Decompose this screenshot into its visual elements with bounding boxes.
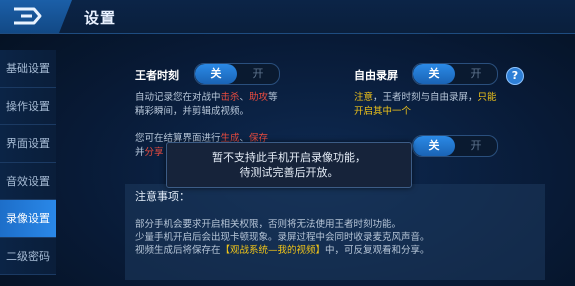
free-record-toggle[interactable]: 关 开 (412, 63, 498, 85)
free-record-label: 自由录屏 (354, 69, 398, 82)
help-icon[interactable]: ? (506, 67, 524, 85)
king-moment-toggle[interactable]: 关 开 (194, 63, 280, 85)
sidebar-item-sound[interactable]: 音效设置 (0, 162, 56, 200)
unsupported-popup: 暂不支持此手机开启录像功能， 待测试完善后开放。 (166, 142, 412, 188)
kill-highlight: 击杀 (220, 92, 240, 103)
popup-line-2: 待测试完善后开放。 (239, 166, 339, 179)
back-button[interactable] (0, 0, 72, 33)
toggle-on-option[interactable]: 开 (455, 136, 497, 156)
toggle-on-option[interactable]: 开 (455, 64, 497, 84)
sidebar-item-interface[interactable]: 界面设置 (0, 125, 56, 163)
sidebar-item-recording[interactable]: 录像设置 (0, 200, 56, 238)
notes-line: 少量手机开启后会出现卡顿现象。录屏过程中会同时收录麦克风声音。 (135, 232, 430, 243)
notes-text: 中，可反复观看和分享。 (325, 245, 430, 256)
share-highlight: 分享 (144, 147, 164, 158)
desc-text: 并 (135, 147, 145, 158)
video-path-highlight: 【观战系统—我的视频】 (220, 245, 326, 256)
recording-toggle[interactable]: 关 开 (412, 135, 498, 157)
desc-text: 自动记录您在对战中 (135, 92, 221, 103)
notes-title: 注意事项： (135, 190, 190, 203)
sidebar-item-controls[interactable]: 操作设置 (0, 87, 56, 125)
toggle-off-option[interactable]: 关 (413, 64, 455, 84)
notes-body: 部分手机会要求开启相关权限，否则将无法使用王者时刻功能。 少量手机开启后会出现卡… (135, 218, 430, 257)
notes-text: 视频生成后将保存在 (135, 245, 221, 256)
free-record-note: 注意，王者时刻与自由录屏，只能 开启其中一个 (354, 91, 497, 119)
toggle-off-option[interactable]: 关 (195, 64, 237, 84)
desc-text: 等 (268, 92, 278, 103)
toggle-off-option[interactable]: 关 (413, 136, 455, 156)
sidebar-item-secondary-password[interactable]: 二级密码 (0, 237, 56, 275)
desc-sep: 、 (239, 92, 250, 103)
sidebar: 基础设置 操作设置 界面设置 音效设置 录像设置 二级密码 (0, 50, 56, 275)
note-text: ，王者时刻与自由录屏， (373, 92, 478, 103)
note-line: 开启其中一个 (354, 106, 412, 117)
page-title: 设置 (84, 9, 117, 27)
popup-line-1: 暂不支持此手机开启录像功能， (212, 151, 366, 164)
king-moment-description: 自动记录您在对战中击杀、助攻等 精彩瞬间，并剪辑成视频。 (135, 91, 278, 119)
king-moment-label: 王者时刻 (135, 69, 179, 82)
top-bar: 设置 (0, 0, 575, 34)
desc-line: 精彩瞬间，并剪辑成视频。 (135, 106, 250, 117)
sidebar-item-basic[interactable]: 基础设置 (0, 50, 56, 88)
back-arrow-icon (14, 7, 42, 25)
assist-highlight: 助攻 (249, 92, 269, 103)
note-highlight: 只能 (477, 92, 497, 103)
notes-panel: 注意事项： 部分手机会要求开启相关权限，否则将无法使用王者时刻功能。 少量手机开… (125, 184, 545, 280)
toggle-on-option[interactable]: 开 (237, 64, 279, 84)
note-label: 注意 (354, 92, 374, 103)
notes-line: 部分手机会要求开启相关权限，否则将无法使用王者时刻功能。 (135, 219, 402, 230)
